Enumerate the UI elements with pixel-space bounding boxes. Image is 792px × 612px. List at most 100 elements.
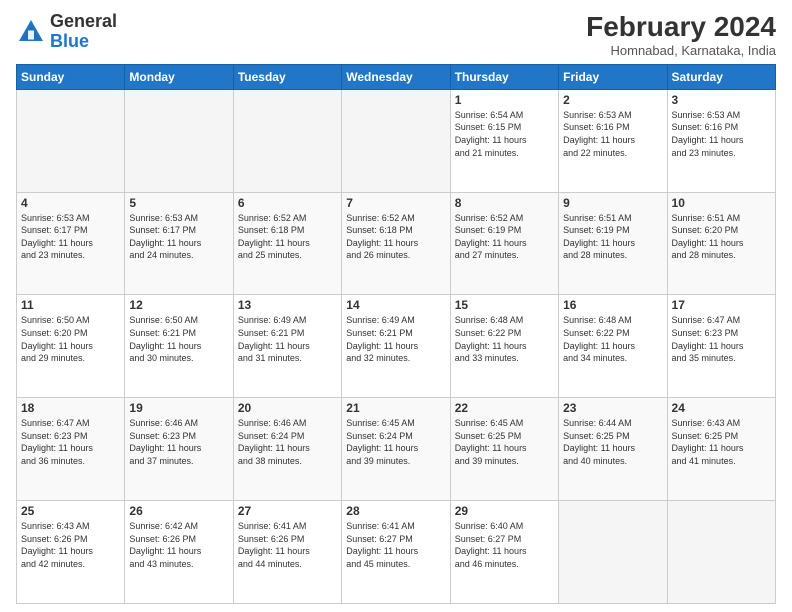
day-cell: 21Sunrise: 6:45 AM Sunset: 6:24 PM Dayli… (342, 398, 450, 501)
header-row: SundayMondayTuesdayWednesdayThursdayFrid… (17, 64, 776, 89)
day-cell: 25 Sunrise: 6:43 AM Sunset: 6:26 PM Dayli… (17, 501, 125, 604)
day-info: Sunrise: 6:51 AM Sunset: 6:20 PM Dayligh… (672, 212, 771, 262)
day-cell: 13 Sunrise: 6:49 AM Sunset: 6:21 PM Dayli… (233, 295, 341, 398)
day-cell: 23 Sunrise: 6:44 AM Sunset: 6:25 PM Dayli… (559, 398, 667, 501)
day-cell: 11Sunrise: 6:50 AM Sunset: 6:20 PM Dayli… (17, 295, 125, 398)
day-cell (667, 501, 775, 604)
day-number: 27 (238, 504, 337, 518)
day-cell: 15 Sunrise: 6:48 AM Sunset: 6:22 PM Dayli… (450, 295, 558, 398)
day-number: 14 (346, 298, 445, 312)
day-number: 4 (21, 196, 120, 210)
day-header-tuesday: Tuesday (233, 64, 341, 89)
day-header-wednesday: Wednesday (342, 64, 450, 89)
logo-text: General Blue (50, 12, 117, 52)
day-number: 9 (563, 196, 662, 210)
week-row-1: 4Sunrise: 6:53 AM Sunset: 6:17 PM Daylig… (17, 192, 776, 295)
day-cell: 14 Sunrise: 6:49 AM Sunset: 6:21 PM Dayli… (342, 295, 450, 398)
day-cell: 27 Sunrise: 6:41 AM Sunset: 6:26 PM Dayli… (233, 501, 341, 604)
day-number: 15 (455, 298, 554, 312)
day-cell: 28 Sunrise: 6:41 AM Sunset: 6:27 PM Dayli… (342, 501, 450, 604)
calendar-table: SundayMondayTuesdayWednesdayThursdayFrid… (16, 64, 776, 604)
day-info: Sunrise: 6:48 AM Sunset: 6:22 PM Dayligh… (563, 314, 662, 364)
day-info: Sunrise: 6:51 AM Sunset: 6:19 PM Dayligh… (563, 212, 662, 262)
day-info: Sunrise: 6:49 AM Sunset: 6:21 PM Dayligh… (238, 314, 337, 364)
day-cell: 29 Sunrise: 6:40 AM Sunset: 6:27 PM Dayli… (450, 501, 558, 604)
day-number: 2 (563, 93, 662, 107)
day-number: 24 (672, 401, 771, 415)
day-cell: 20Sunrise: 6:46 AM Sunset: 6:24 PM Dayli… (233, 398, 341, 501)
week-row-2: 11Sunrise: 6:50 AM Sunset: 6:20 PM Dayli… (17, 295, 776, 398)
day-number: 23 (563, 401, 662, 415)
day-info: Sunrise: 6:46 AM Sunset: 6:24 PM Dayligh… (238, 417, 337, 467)
day-cell: 4Sunrise: 6:53 AM Sunset: 6:17 PM Daylig… (17, 192, 125, 295)
day-cell: 2Sunrise: 6:53 AM Sunset: 6:16 PM Daylig… (559, 89, 667, 192)
day-header-friday: Friday (559, 64, 667, 89)
day-number: 29 (455, 504, 554, 518)
day-cell: 24 Sunrise: 6:43 AM Sunset: 6:25 PM Dayli… (667, 398, 775, 501)
day-header-thursday: Thursday (450, 64, 558, 89)
day-info: Sunrise: 6:44 AM Sunset: 6:25 PM Dayligh… (563, 417, 662, 467)
day-info: Sunrise: 6:41 AM Sunset: 6:26 PM Dayligh… (238, 520, 337, 570)
day-info: Sunrise: 6:46 AM Sunset: 6:23 PM Dayligh… (129, 417, 228, 467)
calendar-body: 1 Sunrise: 6:54 AM Sunset: 6:15 PM Daylig… (17, 89, 776, 603)
day-cell: 22 Sunrise: 6:45 AM Sunset: 6:25 PM Dayli… (450, 398, 558, 501)
day-info: Sunrise: 6:47 AM Sunset: 6:23 PM Dayligh… (672, 314, 771, 364)
day-number: 13 (238, 298, 337, 312)
day-info: Sunrise: 6:48 AM Sunset: 6:22 PM Dayligh… (455, 314, 554, 364)
day-cell: 12Sunrise: 6:50 AM Sunset: 6:21 PM Dayli… (125, 295, 233, 398)
top-section: General Blue February 2024 Homnabad, Kar… (16, 12, 776, 58)
day-info: Sunrise: 6:54 AM Sunset: 6:15 PM Dayligh… (455, 109, 554, 159)
day-number: 7 (346, 196, 445, 210)
page: General Blue February 2024 Homnabad, Kar… (0, 0, 792, 612)
day-number: 19 (129, 401, 228, 415)
day-cell: 6Sunrise: 6:52 AM Sunset: 6:18 PM Daylig… (233, 192, 341, 295)
day-header-sunday: Sunday (17, 64, 125, 89)
day-cell: 17Sunrise: 6:47 AM Sunset: 6:23 PM Dayli… (667, 295, 775, 398)
day-info: Sunrise: 6:50 AM Sunset: 6:20 PM Dayligh… (21, 314, 120, 364)
day-cell (559, 501, 667, 604)
day-number: 22 (455, 401, 554, 415)
day-info: Sunrise: 6:52 AM Sunset: 6:18 PM Dayligh… (346, 212, 445, 262)
day-info: Sunrise: 6:45 AM Sunset: 6:24 PM Dayligh… (346, 417, 445, 467)
day-info: Sunrise: 6:49 AM Sunset: 6:21 PM Dayligh… (346, 314, 445, 364)
title-section: February 2024 Homnabad, Karnataka, India (586, 12, 776, 58)
logo-general: General (50, 11, 117, 31)
day-number: 1 (455, 93, 554, 107)
day-cell: 8Sunrise: 6:52 AM Sunset: 6:19 PM Daylig… (450, 192, 558, 295)
day-cell: 1 Sunrise: 6:54 AM Sunset: 6:15 PM Daylig… (450, 89, 558, 192)
day-number: 18 (21, 401, 120, 415)
day-info: Sunrise: 6:52 AM Sunset: 6:19 PM Dayligh… (455, 212, 554, 262)
calendar-header: SundayMondayTuesdayWednesdayThursdayFrid… (17, 64, 776, 89)
month-year: February 2024 (586, 12, 776, 43)
day-number: 26 (129, 504, 228, 518)
day-cell: 19 Sunrise: 6:46 AM Sunset: 6:23 PM Dayli… (125, 398, 233, 501)
day-cell: 18Sunrise: 6:47 AM Sunset: 6:23 PM Dayli… (17, 398, 125, 501)
day-info: Sunrise: 6:45 AM Sunset: 6:25 PM Dayligh… (455, 417, 554, 467)
day-info: Sunrise: 6:40 AM Sunset: 6:27 PM Dayligh… (455, 520, 554, 570)
day-header-monday: Monday (125, 64, 233, 89)
day-number: 6 (238, 196, 337, 210)
location: Homnabad, Karnataka, India (586, 43, 776, 58)
day-cell: 10 Sunrise: 6:51 AM Sunset: 6:20 PM Dayli… (667, 192, 775, 295)
day-cell: 26Sunrise: 6:42 AM Sunset: 6:26 PM Dayli… (125, 501, 233, 604)
day-number: 28 (346, 504, 445, 518)
day-cell: 7 Sunrise: 6:52 AM Sunset: 6:18 PM Daylig… (342, 192, 450, 295)
day-cell (17, 89, 125, 192)
day-info: Sunrise: 6:41 AM Sunset: 6:27 PM Dayligh… (346, 520, 445, 570)
logo-icon (16, 17, 46, 47)
day-info: Sunrise: 6:43 AM Sunset: 6:25 PM Dayligh… (672, 417, 771, 467)
logo: General Blue (16, 12, 117, 52)
day-cell: 9 Sunrise: 6:51 AM Sunset: 6:19 PM Daylig… (559, 192, 667, 295)
week-row-3: 18Sunrise: 6:47 AM Sunset: 6:23 PM Dayli… (17, 398, 776, 501)
week-row-4: 25 Sunrise: 6:43 AM Sunset: 6:26 PM Dayli… (17, 501, 776, 604)
day-number: 10 (672, 196, 771, 210)
day-cell (233, 89, 341, 192)
day-cell: 3Sunrise: 6:53 AM Sunset: 6:16 PM Daylig… (667, 89, 775, 192)
day-info: Sunrise: 6:43 AM Sunset: 6:26 PM Dayligh… (21, 520, 120, 570)
day-number: 12 (129, 298, 228, 312)
day-header-saturday: Saturday (667, 64, 775, 89)
day-cell: 5Sunrise: 6:53 AM Sunset: 6:17 PM Daylig… (125, 192, 233, 295)
day-number: 25 (21, 504, 120, 518)
day-number: 16 (563, 298, 662, 312)
logo-blue: Blue (50, 31, 89, 51)
